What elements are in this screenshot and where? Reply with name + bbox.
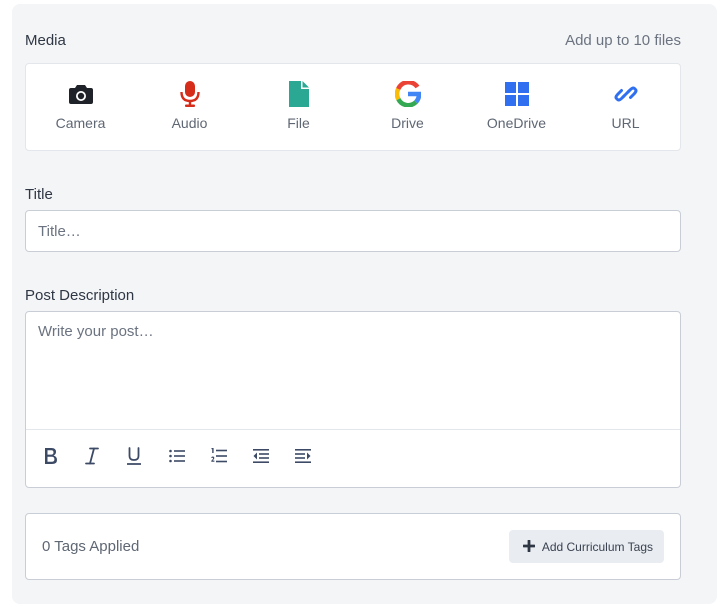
camera-button[interactable]: Camera: [26, 64, 135, 150]
formatting-toolbar: [26, 429, 680, 487]
file-icon: [286, 81, 312, 107]
audio-label: Audio: [171, 115, 208, 131]
indent-icon: [295, 449, 311, 468]
italic-icon: [85, 447, 99, 470]
add-curriculum-tags-button[interactable]: Add Curriculum Tags: [508, 530, 664, 563]
drive-button[interactable]: Drive: [353, 64, 462, 150]
bold-icon: [43, 447, 59, 470]
tags-count-text: 0 Tags Applied: [42, 538, 140, 555]
underline-icon: [126, 447, 142, 470]
indent-button[interactable]: [295, 444, 337, 474]
outdent-icon: [253, 449, 269, 468]
url-button[interactable]: URL: [571, 64, 680, 150]
file-button[interactable]: File: [244, 64, 353, 150]
media-header: Media Add up to 10 files: [25, 30, 681, 50]
outdent-button[interactable]: [253, 444, 295, 474]
underline-button[interactable]: [126, 444, 169, 474]
media-limit-text: Add up to 10 files: [565, 31, 681, 49]
microphone-icon: [177, 81, 203, 107]
file-label: File: [287, 115, 310, 131]
camera-label: Camera: [55, 115, 106, 131]
post-description-label: Post Description: [25, 287, 135, 304]
post-description-editor: [25, 311, 681, 488]
drive-label: Drive: [391, 115, 424, 131]
numbered-list-button[interactable]: [211, 444, 253, 474]
onedrive-label: OneDrive: [486, 115, 547, 131]
plus-icon: [522, 538, 535, 555]
title-label: Title: [25, 186, 53, 203]
italic-button[interactable]: [85, 444, 127, 474]
camera-icon: [68, 81, 94, 107]
google-drive-icon: [394, 81, 421, 107]
bulleted-list-button[interactable]: [169, 444, 211, 474]
title-input[interactable]: [25, 210, 681, 252]
tags-section: 0 Tags Applied Add Curriculum Tags: [25, 513, 681, 580]
post-description-textarea[interactable]: [26, 312, 680, 429]
link-icon: [613, 81, 639, 107]
media-label: Media: [25, 31, 66, 49]
onedrive-icon: [504, 81, 530, 107]
add-curriculum-tags-label: Add Curriculum Tags: [541, 539, 653, 554]
numbered-list-icon: [211, 448, 227, 469]
onedrive-button[interactable]: OneDrive: [462, 64, 571, 150]
media-source-bar: Camera Audio File Drive OneDrive URL: [25, 63, 681, 151]
url-label: URL: [611, 115, 640, 131]
bulleted-list-icon: [169, 449, 185, 468]
bold-button[interactable]: [43, 444, 85, 474]
audio-button[interactable]: Audio: [135, 64, 244, 150]
